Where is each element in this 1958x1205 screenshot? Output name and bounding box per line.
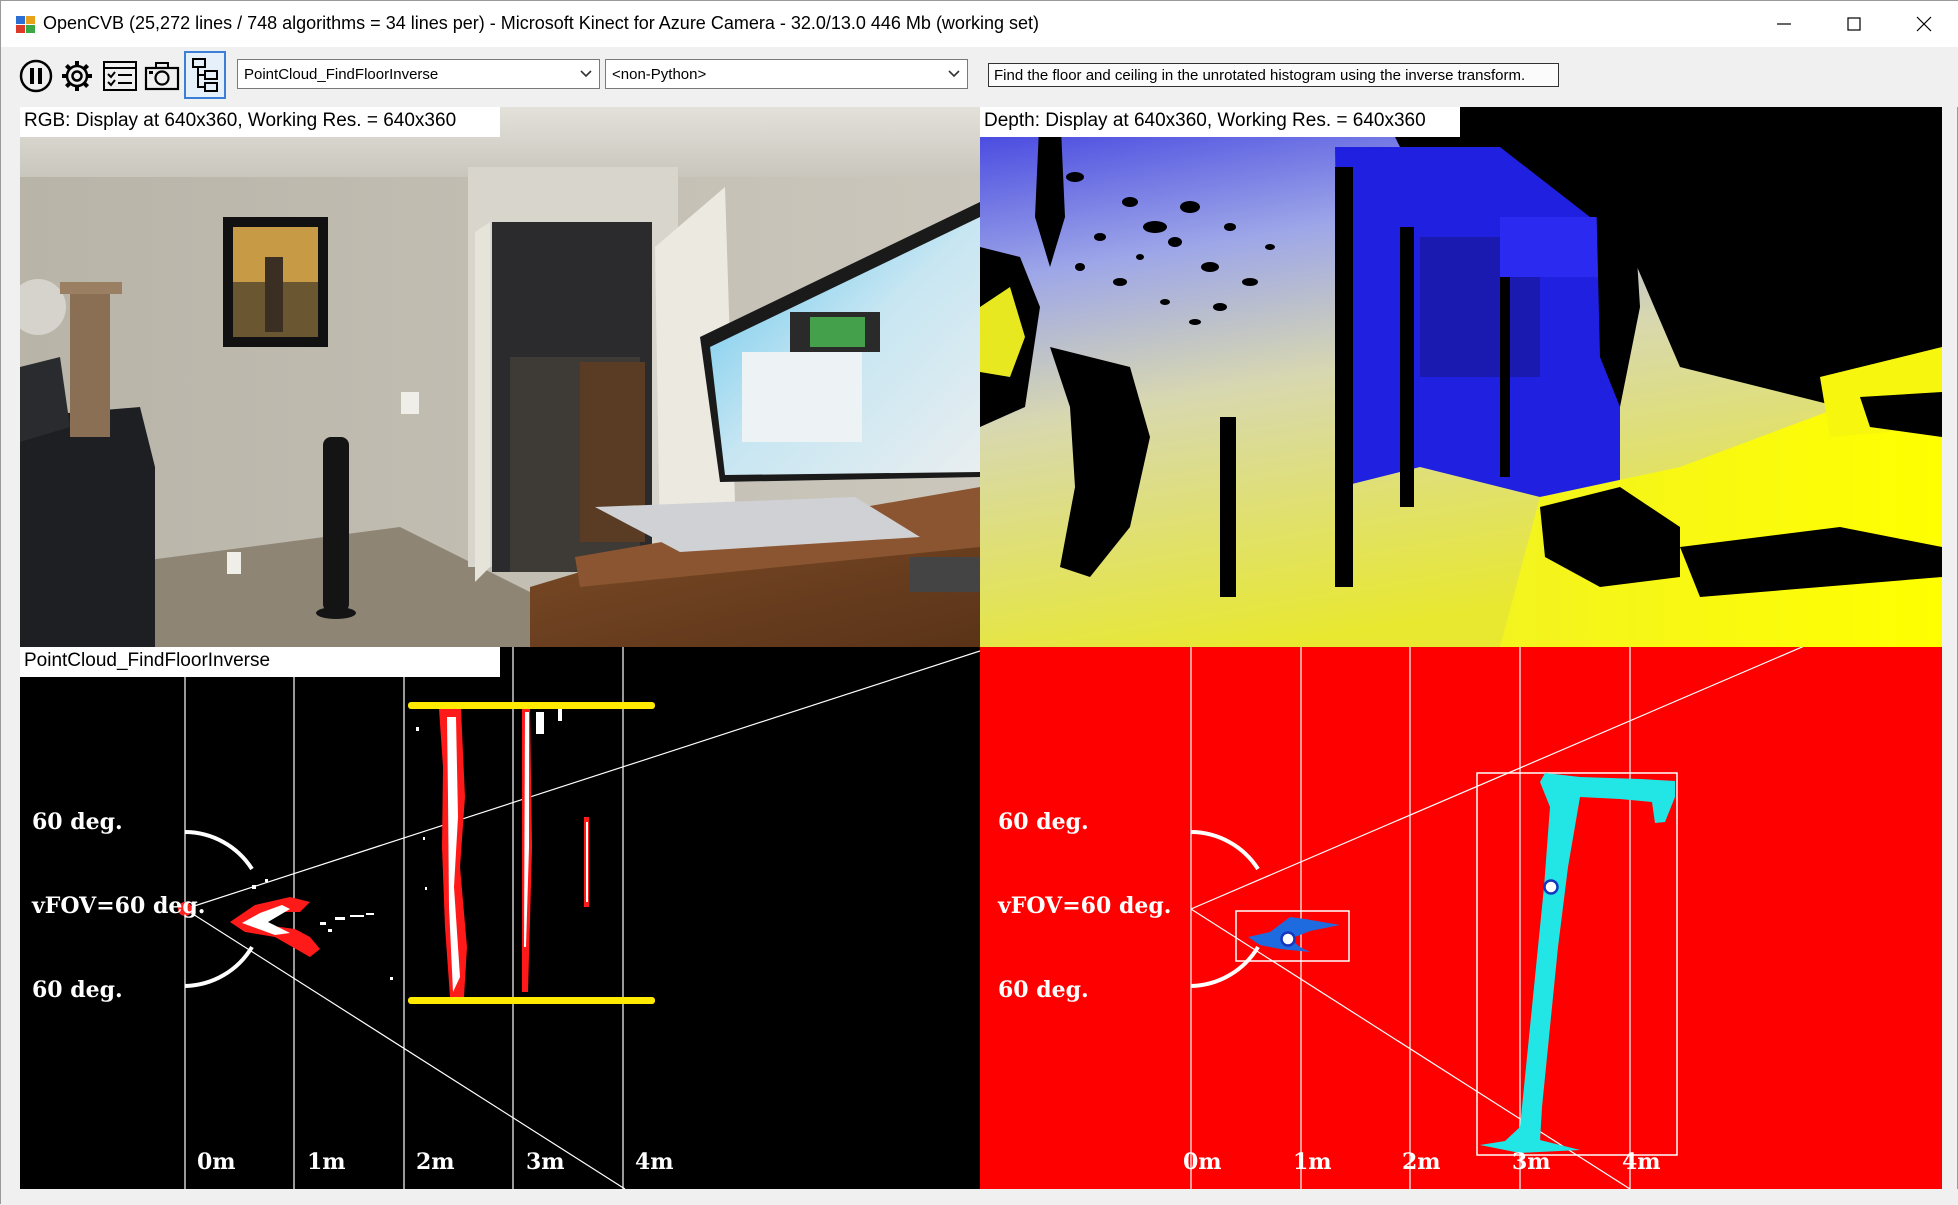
algorithm-select-value: PointCloud_FindFloorInverse <box>244 66 439 83</box>
depth-view-label: Depth: Display at 640x360, Working Res. … <box>980 107 1460 137</box>
fov-arc <box>1190 830 1260 988</box>
angle-label-bottom: 60 deg. <box>32 977 123 1003</box>
wall-cluster-centroid <box>1543 879 1559 895</box>
distance-label-2m: 2m <box>416 1149 455 1175</box>
distance-label-0m: 0m <box>1183 1149 1222 1175</box>
pause-icon <box>19 59 53 93</box>
distance-label-3m: 3m <box>526 1149 565 1175</box>
close-icon <box>1916 16 1932 32</box>
distance-label-1m: 1m <box>1293 1149 1332 1175</box>
tree-view-button[interactable] <box>184 51 226 99</box>
pause-button[interactable] <box>17 57 55 95</box>
maximize-button[interactable] <box>1819 1 1889 47</box>
app-icon <box>16 16 35 33</box>
rgb-view[interactable]: RGB: Display at 640x360, Working Res. = … <box>20 107 980 647</box>
checklist-icon <box>103 61 137 91</box>
histogram-view[interactable]: 60 deg. vFOV=60 deg. 60 deg. 0m 1m 2m 3m… <box>980 647 1942 1189</box>
maximize-icon <box>1847 17 1861 31</box>
snapshot-button[interactable] <box>143 57 181 95</box>
pointcloud-view-label: PointCloud_FindFloorInverse <box>20 647 500 677</box>
fov-line-upper <box>184 650 980 910</box>
algorithm-description: Find the floor and ceiling in the unrota… <box>988 63 1559 87</box>
rgb-camera-image <box>20 107 980 647</box>
chevron-down-icon <box>948 70 960 78</box>
pointcloud-side-view: 60 deg. vFOV=60 deg. 60 deg. 0m 1m 2m 3m… <box>31 647 980 1189</box>
distance-label-3m: 3m <box>1512 1149 1551 1175</box>
options-button[interactable] <box>101 57 139 95</box>
near-cluster-centroid <box>1280 931 1296 947</box>
python-select-value: <non-Python> <box>612 66 707 83</box>
settings-button[interactable] <box>58 57 96 95</box>
python-select[interactable]: <non-Python> <box>605 59 968 89</box>
tree-icon <box>192 58 218 92</box>
algorithm-select[interactable]: PointCloud_FindFloorInverse <box>237 59 600 89</box>
camera-icon <box>144 62 180 91</box>
app-window: OpenCVB (25,272 lines / 748 algorithms =… <box>0 0 1958 1205</box>
angle-label-bottom: 60 deg. <box>998 977 1089 1003</box>
minimize-icon <box>1777 23 1791 25</box>
pointcloud-view[interactable]: 60 deg. vFOV=60 deg. 60 deg. 0m 1m 2m 3m… <box>20 647 980 1189</box>
distance-label-1m: 1m <box>307 1149 346 1175</box>
distance-label-4m: 4m <box>1622 1149 1661 1175</box>
vfov-label: vFOV=60 deg. <box>997 893 1171 919</box>
distance-label-4m: 4m <box>635 1149 674 1175</box>
vfov-label: vFOV=60 deg. <box>31 893 205 919</box>
toolbar: PointCloud_FindFloorInverse <non-Python>… <box>1 47 1958 107</box>
title-bar: OpenCVB (25,272 lines / 748 algorithms =… <box>1 1 1958 47</box>
depth-colormap-image <box>980 107 1942 647</box>
distance-label-2m: 2m <box>1402 1149 1441 1175</box>
angle-label-top: 60 deg. <box>998 809 1089 835</box>
depth-view[interactable]: Depth: Display at 640x360, Working Res. … <box>980 107 1942 647</box>
chevron-down-icon <box>580 70 592 78</box>
floor-line <box>408 997 655 1004</box>
gear-icon <box>62 61 92 91</box>
ceiling-line <box>408 702 655 709</box>
angle-label-top: 60 deg. <box>32 809 123 835</box>
minimize-button[interactable] <box>1749 1 1819 47</box>
distance-label-0m: 0m <box>197 1149 236 1175</box>
close-button[interactable] <box>1889 1 1958 47</box>
histogram-side-view: 60 deg. vFOV=60 deg. 60 deg. 0m 1m 2m 3m… <box>997 647 1804 1189</box>
status-strip <box>1 1189 1958 1205</box>
window-title: OpenCVB (25,272 lines / 748 algorithms =… <box>43 13 1039 33</box>
rgb-view-label: RGB: Display at 640x360, Working Res. = … <box>20 107 500 137</box>
wall-cluster <box>1480 773 1675 1147</box>
wall-cluster-bbox <box>1476 772 1678 1156</box>
